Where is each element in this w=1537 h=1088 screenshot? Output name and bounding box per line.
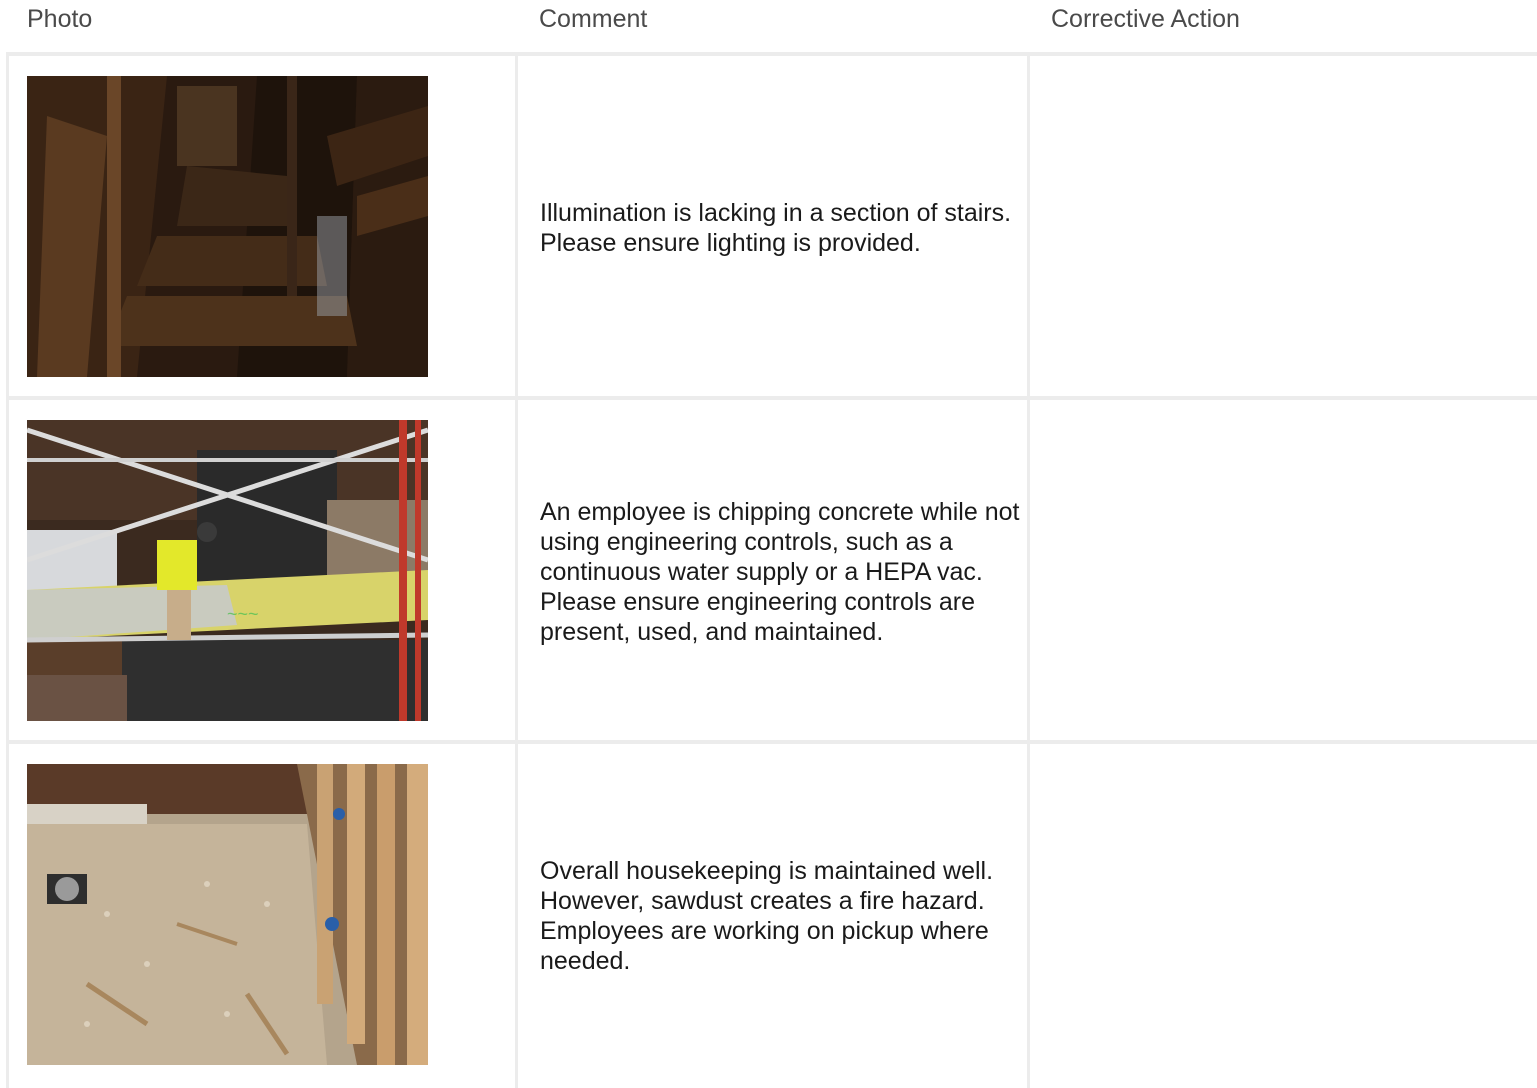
table-row: Illumination is lacking in a section of … (0, 56, 1537, 400)
sawdust-floor-photo[interactable] (27, 764, 428, 1065)
photo-cell (6, 744, 518, 1088)
photo-cell: ~~~ (6, 400, 518, 744)
photo-cell (6, 56, 518, 400)
comment-cell: Overall housekeeping is maintained well.… (518, 744, 1030, 1088)
comment-text: Overall housekeeping is maintained well.… (540, 857, 994, 975)
stairs-photo[interactable] (27, 76, 428, 377)
corrective-action-cell[interactable] (1030, 56, 1537, 400)
header-corrective-action: Corrective Action (1051, 5, 1240, 33)
comment-text: An employee is chipping concrete while n… (540, 498, 1020, 646)
corrective-action-cell[interactable] (1030, 744, 1537, 1088)
header-photo: Photo (27, 5, 93, 33)
comment-cell: An employee is chipping concrete while n… (518, 400, 1030, 744)
header-comment: Comment (539, 5, 648, 33)
comment-cell: Illumination is lacking in a section of … (518, 56, 1030, 400)
scaffold-worker-photo[interactable]: ~~~ (27, 420, 428, 721)
table-row: ~~~ An employee is chipping concrete whi… (0, 400, 1537, 744)
corrective-action-cell[interactable] (1030, 400, 1537, 744)
comment-text: Illumination is lacking in a section of … (540, 199, 1012, 257)
svg-text:~~~: ~~~ (227, 604, 259, 624)
table-row: Overall housekeeping is maintained well.… (0, 744, 1537, 1088)
table-header: Photo Comment Corrective Action (0, 0, 1537, 52)
